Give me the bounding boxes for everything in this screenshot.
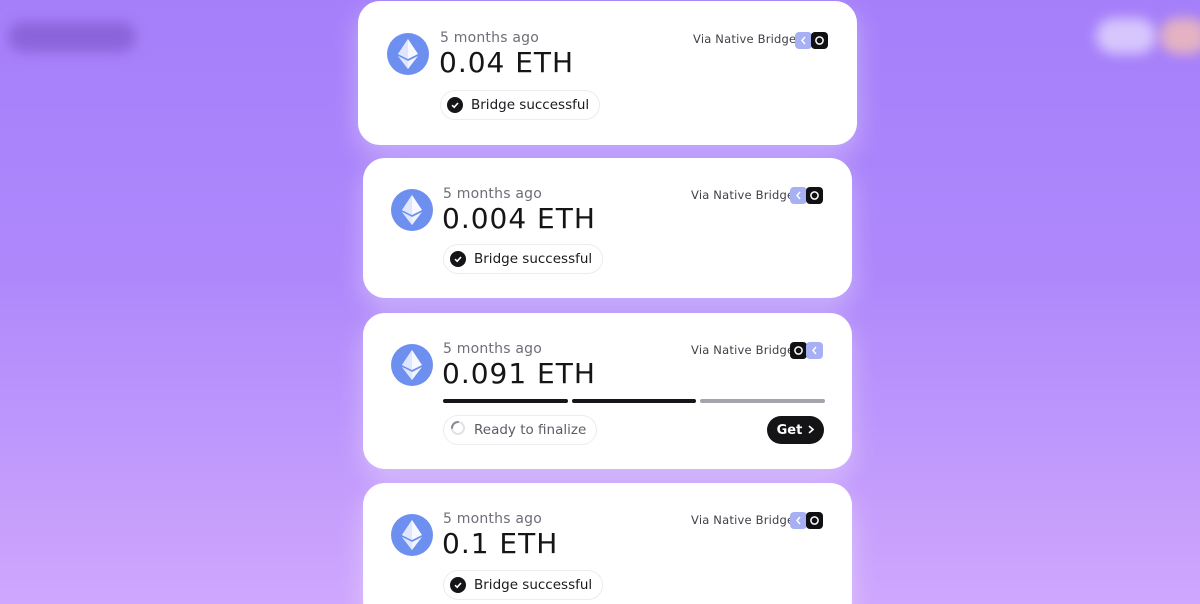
transaction-time: 5 months ago bbox=[443, 186, 542, 202]
transaction-time: 5 months ago bbox=[440, 30, 539, 46]
transaction-amount: 0.04 ETH bbox=[439, 46, 575, 79]
eth-token-icon bbox=[391, 344, 433, 386]
transaction-card[interactable]: 5 months ago 0.04 ETH Via Native Bridge … bbox=[358, 1, 857, 145]
blurred-logo bbox=[8, 22, 136, 52]
dark-chain-icon bbox=[806, 187, 823, 204]
eth-token-icon bbox=[391, 189, 433, 231]
transaction-time: 5 months ago bbox=[443, 341, 542, 357]
transaction-card[interactable]: 5 months ago 0.1 ETH Via Native Bridge B… bbox=[363, 483, 852, 604]
bridge-method-label: Via Native Bridge bbox=[693, 32, 797, 46]
transaction-amount: 0.004 ETH bbox=[442, 202, 596, 235]
bridge-method-label: Via Native Bridge bbox=[691, 343, 795, 357]
transaction-amount: 0.1 ETH bbox=[442, 527, 559, 560]
lavender-chain-icon bbox=[795, 32, 812, 49]
eth-token-icon bbox=[387, 33, 429, 75]
status-badge: Bridge successful bbox=[440, 90, 601, 120]
transaction-amount: 0.091 ETH bbox=[442, 357, 596, 390]
dark-chain-icon bbox=[806, 512, 823, 529]
progress-step bbox=[700, 399, 826, 403]
blurred-account-button[interactable] bbox=[1160, 18, 1200, 54]
chain-route bbox=[790, 187, 823, 204]
check-circle-icon bbox=[450, 577, 466, 593]
chain-route bbox=[790, 512, 823, 529]
lavender-chain-icon bbox=[790, 187, 807, 204]
progress-step bbox=[571, 399, 697, 403]
finalize-progress-bar bbox=[443, 399, 826, 403]
status-text: Ready to finalize bbox=[474, 422, 587, 438]
chain-route bbox=[795, 32, 828, 49]
lavender-chain-icon bbox=[790, 512, 807, 529]
chevron-right-icon bbox=[808, 423, 815, 438]
transaction-time: 5 months ago bbox=[443, 511, 542, 527]
blurred-header-button[interactable] bbox=[1096, 18, 1156, 54]
check-circle-icon bbox=[450, 251, 466, 267]
dark-chain-icon bbox=[811, 32, 828, 49]
lavender-chain-icon bbox=[806, 342, 823, 359]
dark-chain-icon bbox=[790, 342, 807, 359]
spinner-icon bbox=[450, 420, 466, 440]
get-button[interactable]: Get bbox=[767, 416, 824, 444]
status-text: Bridge successful bbox=[471, 97, 590, 113]
check-circle-icon bbox=[447, 97, 463, 113]
bridge-method-label: Via Native Bridge bbox=[691, 188, 795, 202]
bridge-method-label: Via Native Bridge bbox=[691, 513, 795, 527]
transaction-card[interactable]: 5 months ago 0.004 ETH Via Native Bridge… bbox=[363, 158, 852, 298]
chain-route bbox=[790, 342, 823, 359]
status-text: Bridge successful bbox=[474, 251, 593, 267]
status-badge: Bridge successful bbox=[443, 244, 604, 274]
eth-token-icon bbox=[391, 514, 433, 556]
progress-step bbox=[443, 399, 568, 403]
status-badge: Bridge successful bbox=[443, 570, 604, 600]
status-badge: Ready to finalize bbox=[443, 415, 598, 445]
transaction-card[interactable]: 5 months ago 0.091 ETH Via Native Bridge… bbox=[363, 313, 852, 469]
get-button-label: Get bbox=[776, 422, 803, 438]
status-text: Bridge successful bbox=[474, 577, 593, 593]
